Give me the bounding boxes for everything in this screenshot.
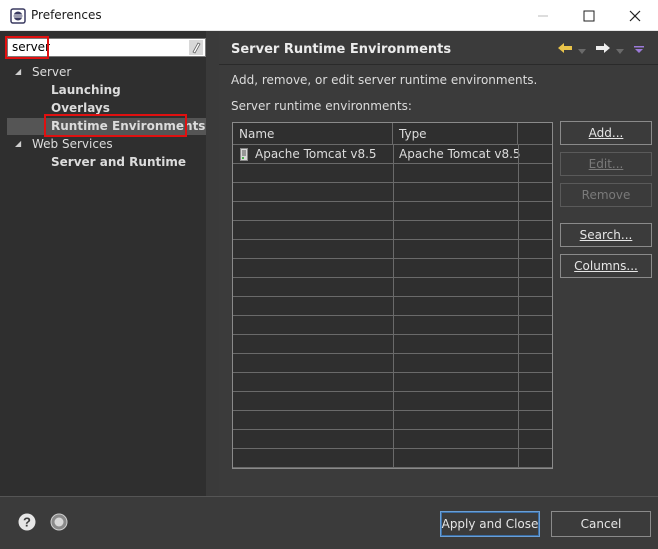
- empty-table-row[interactable]: [233, 297, 552, 316]
- tree-scrollbar[interactable]: [206, 31, 219, 496]
- back-arrow-icon[interactable]: [557, 40, 573, 56]
- empty-table-row[interactable]: [233, 373, 552, 392]
- help-icon[interactable]: ?: [18, 513, 36, 531]
- tree-item-server[interactable]: Server: [32, 63, 71, 81]
- empty-table-row[interactable]: [233, 411, 552, 430]
- tree-item-runtime-environments[interactable]: Runtime Environments: [51, 117, 205, 135]
- title-bar: Preferences: [0, 0, 658, 31]
- empty-table-row[interactable]: [233, 164, 552, 183]
- empty-table-row[interactable]: [233, 221, 552, 240]
- record-macro-icon[interactable]: [50, 513, 68, 531]
- page-description: Add, remove, or edit server runtime envi…: [231, 73, 538, 87]
- empty-table-row[interactable]: [233, 449, 552, 468]
- window-title: Preferences: [31, 8, 102, 22]
- forward-menu-chevron-icon[interactable]: [616, 44, 624, 60]
- column-header-filler: [518, 123, 552, 145]
- search-button[interactable]: Search...: [560, 223, 652, 247]
- eclipse-app-icon: [10, 8, 26, 24]
- preference-tree-pane: server ◢ Server Launching Overlays Runti…: [0, 31, 219, 496]
- page-title: Server Runtime Environments: [231, 42, 452, 57]
- maximize-button[interactable]: [566, 0, 612, 31]
- tree-item-server-and-runtime[interactable]: Server and Runtime: [51, 153, 186, 171]
- minimize-button[interactable]: [520, 0, 566, 31]
- minimize-icon: [538, 15, 548, 17]
- empty-table-row[interactable]: [233, 335, 552, 354]
- empty-table-row[interactable]: [233, 430, 552, 449]
- column-header-type[interactable]: Type: [393, 123, 518, 145]
- row-type-cell: Apache Tomcat v8.5: [399, 147, 521, 161]
- tree-item-launching[interactable]: Launching: [51, 81, 121, 99]
- column-header-name[interactable]: Name: [233, 123, 393, 145]
- add-button[interactable]: Add...: [560, 121, 652, 145]
- server-icon: [240, 148, 248, 161]
- filter-value: server: [12, 40, 50, 54]
- table-label: Server runtime environments:: [231, 99, 412, 113]
- empty-table-row[interactable]: [233, 392, 552, 411]
- table-row[interactable]: Apache Tomcat v8.5 Apache Tomcat v8.5: [233, 145, 552, 164]
- empty-table-row[interactable]: [233, 240, 552, 259]
- view-menu-icon[interactable]: [634, 43, 644, 59]
- cancel-button[interactable]: Cancel: [551, 511, 651, 537]
- clear-filter-icon[interactable]: [189, 40, 203, 55]
- empty-table-row[interactable]: [233, 183, 552, 202]
- remove-button[interactable]: Remove: [560, 183, 652, 207]
- runtime-environments-table[interactable]: Name Type Apache Tomcat v8.5 Apache Tomc…: [232, 122, 553, 469]
- close-button[interactable]: [612, 0, 658, 31]
- expand-arrow-icon[interactable]: ◢: [15, 139, 25, 149]
- empty-table-row[interactable]: [233, 278, 552, 297]
- svg-text:?: ?: [23, 515, 31, 530]
- maximize-icon: [583, 10, 595, 22]
- empty-table-row[interactable]: [233, 316, 552, 335]
- close-icon: [629, 10, 641, 22]
- empty-table-row[interactable]: [233, 202, 552, 221]
- tree-item-web-services[interactable]: Web Services: [32, 135, 113, 153]
- row-name-cell: Apache Tomcat v8.5: [255, 147, 377, 161]
- page-header: Server Runtime Environments: [219, 31, 658, 65]
- empty-table-row[interactable]: [233, 354, 552, 373]
- empty-table-row[interactable]: [233, 259, 552, 278]
- back-menu-chevron-icon[interactable]: [578, 44, 586, 60]
- dialog-button-bar: ? Apply and Close Cancel: [0, 496, 658, 549]
- forward-arrow-icon[interactable]: [595, 40, 611, 56]
- apply-and-close-button[interactable]: Apply and Close: [440, 511, 540, 537]
- filter-input[interactable]: server: [7, 38, 206, 57]
- edit-button[interactable]: Edit...: [560, 152, 652, 176]
- columns-button[interactable]: Columns...: [560, 254, 652, 278]
- tree-item-overlays[interactable]: Overlays: [51, 99, 110, 117]
- preference-page: Server Runtime Environments Add, remove,…: [219, 31, 658, 496]
- expand-arrow-icon[interactable]: ◢: [15, 67, 25, 77]
